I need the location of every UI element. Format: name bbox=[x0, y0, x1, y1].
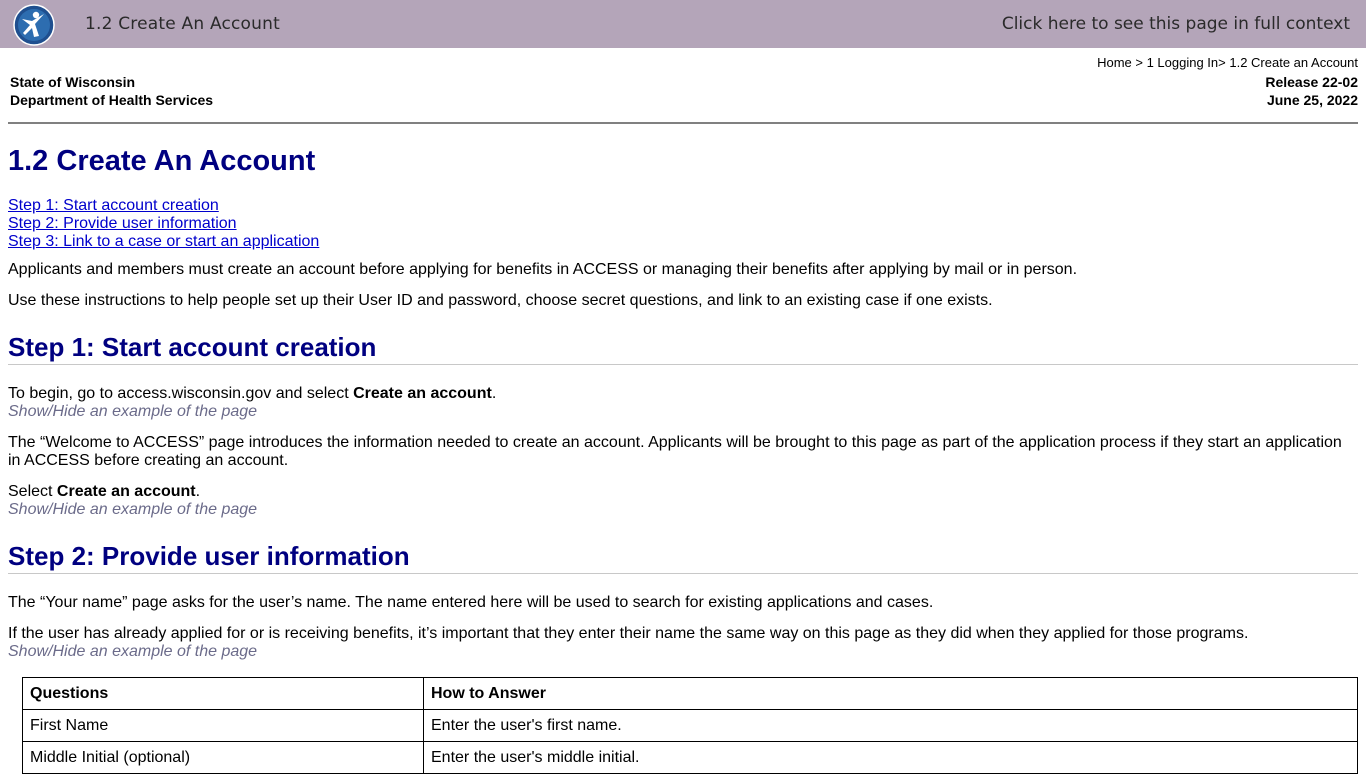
table-cell-question: First Name bbox=[22, 709, 424, 742]
breadcrumb[interactable]: Home > 1 Logging In> 1.2 Create an Accou… bbox=[1097, 55, 1358, 70]
show-hide-example-link[interactable]: Show/Hide an example of the page bbox=[8, 403, 257, 421]
release-date: June 25, 2022 bbox=[1266, 92, 1358, 108]
full-context-link[interactable]: Click here to see this page in full cont… bbox=[1002, 14, 1350, 34]
release-number: Release 22-02 bbox=[1265, 74, 1358, 90]
step-1-paragraph-3: Select Create an account. bbox=[8, 483, 1358, 501]
step-2-heading: Step 2: Provide user information bbox=[8, 541, 1358, 574]
toc-link-step-3[interactable]: Step 3: Link to a case or start an appli… bbox=[8, 233, 319, 251]
step-2-paragraph-1: The “Your name” page asks for the user’s… bbox=[8, 594, 934, 611]
table-header-how-to-answer: How to Answer bbox=[423, 677, 1358, 710]
step-2-paragraph-2: If the user has already applied for or i… bbox=[8, 625, 1249, 642]
table-of-contents: Step 1: Start account creation Step 2: P… bbox=[8, 197, 1358, 251]
toc-link-step-1[interactable]: Step 1: Start account creation bbox=[8, 197, 219, 215]
step-1-p3-text: Select bbox=[8, 483, 57, 500]
toc-link-step-2[interactable]: Step 2: Provide user information bbox=[8, 215, 237, 233]
show-hide-example-link[interactable]: Show/Hide an example of the page bbox=[8, 501, 257, 519]
table-cell-answer: Enter the user's middle initial. bbox=[423, 741, 1358, 774]
step-1-p3-end: . bbox=[195, 483, 201, 500]
topbar-title: 1.2 Create An Account bbox=[85, 14, 280, 34]
create-account-bold: Create an account bbox=[353, 385, 492, 402]
create-account-bold: Create an account bbox=[56, 483, 196, 500]
wisconsin-dhs-logo-icon[interactable] bbox=[13, 4, 55, 46]
page-title: 1.2 Create An Account bbox=[8, 145, 316, 177]
main-content: State of Wisconsin Department of Health … bbox=[0, 48, 1366, 774]
intro-paragraph-1: Applicants and members must create an ac… bbox=[8, 261, 1078, 278]
step-1-p1-text: To begin, go to access.wisconsin.gov and… bbox=[8, 385, 354, 402]
org-line-2: Department of Health Services bbox=[10, 92, 214, 108]
table-row: Middle Initial (optional) Enter the user… bbox=[22, 741, 1358, 774]
table-header-questions: Questions bbox=[22, 677, 424, 710]
step-1-heading: Step 1: Start account creation bbox=[8, 332, 1358, 365]
step-1-paragraph-1: To begin, go to access.wisconsin.gov and… bbox=[8, 385, 1358, 403]
organization-name: State of Wisconsin Department of Health … bbox=[10, 73, 213, 109]
table-cell-answer: Enter the user's first name. bbox=[423, 709, 1358, 742]
table-cell-question: Middle Initial (optional) bbox=[22, 741, 424, 774]
step-1-paragraph-2: The “Welcome to ACCESS” page introduces … bbox=[8, 434, 1342, 469]
table-header-row: Questions How to Answer bbox=[22, 677, 1358, 710]
top-bar: 1.2 Create An Account Click here to see … bbox=[0, 0, 1366, 48]
intro-paragraph-2: Use these instructions to help people se… bbox=[8, 292, 993, 309]
show-hide-example-link[interactable]: Show/Hide an example of the page bbox=[8, 643, 257, 661]
table-row: First Name Enter the user's first name. bbox=[22, 709, 1358, 742]
document-header: State of Wisconsin Department of Health … bbox=[8, 48, 1358, 124]
release-info: Release 22-02 June 25, 2022 bbox=[1265, 73, 1358, 109]
step-1-p1-end: . bbox=[491, 385, 497, 402]
org-line-1: State of Wisconsin bbox=[10, 74, 136, 90]
questions-table: Questions How to Answer First Name Enter… bbox=[22, 677, 1358, 774]
